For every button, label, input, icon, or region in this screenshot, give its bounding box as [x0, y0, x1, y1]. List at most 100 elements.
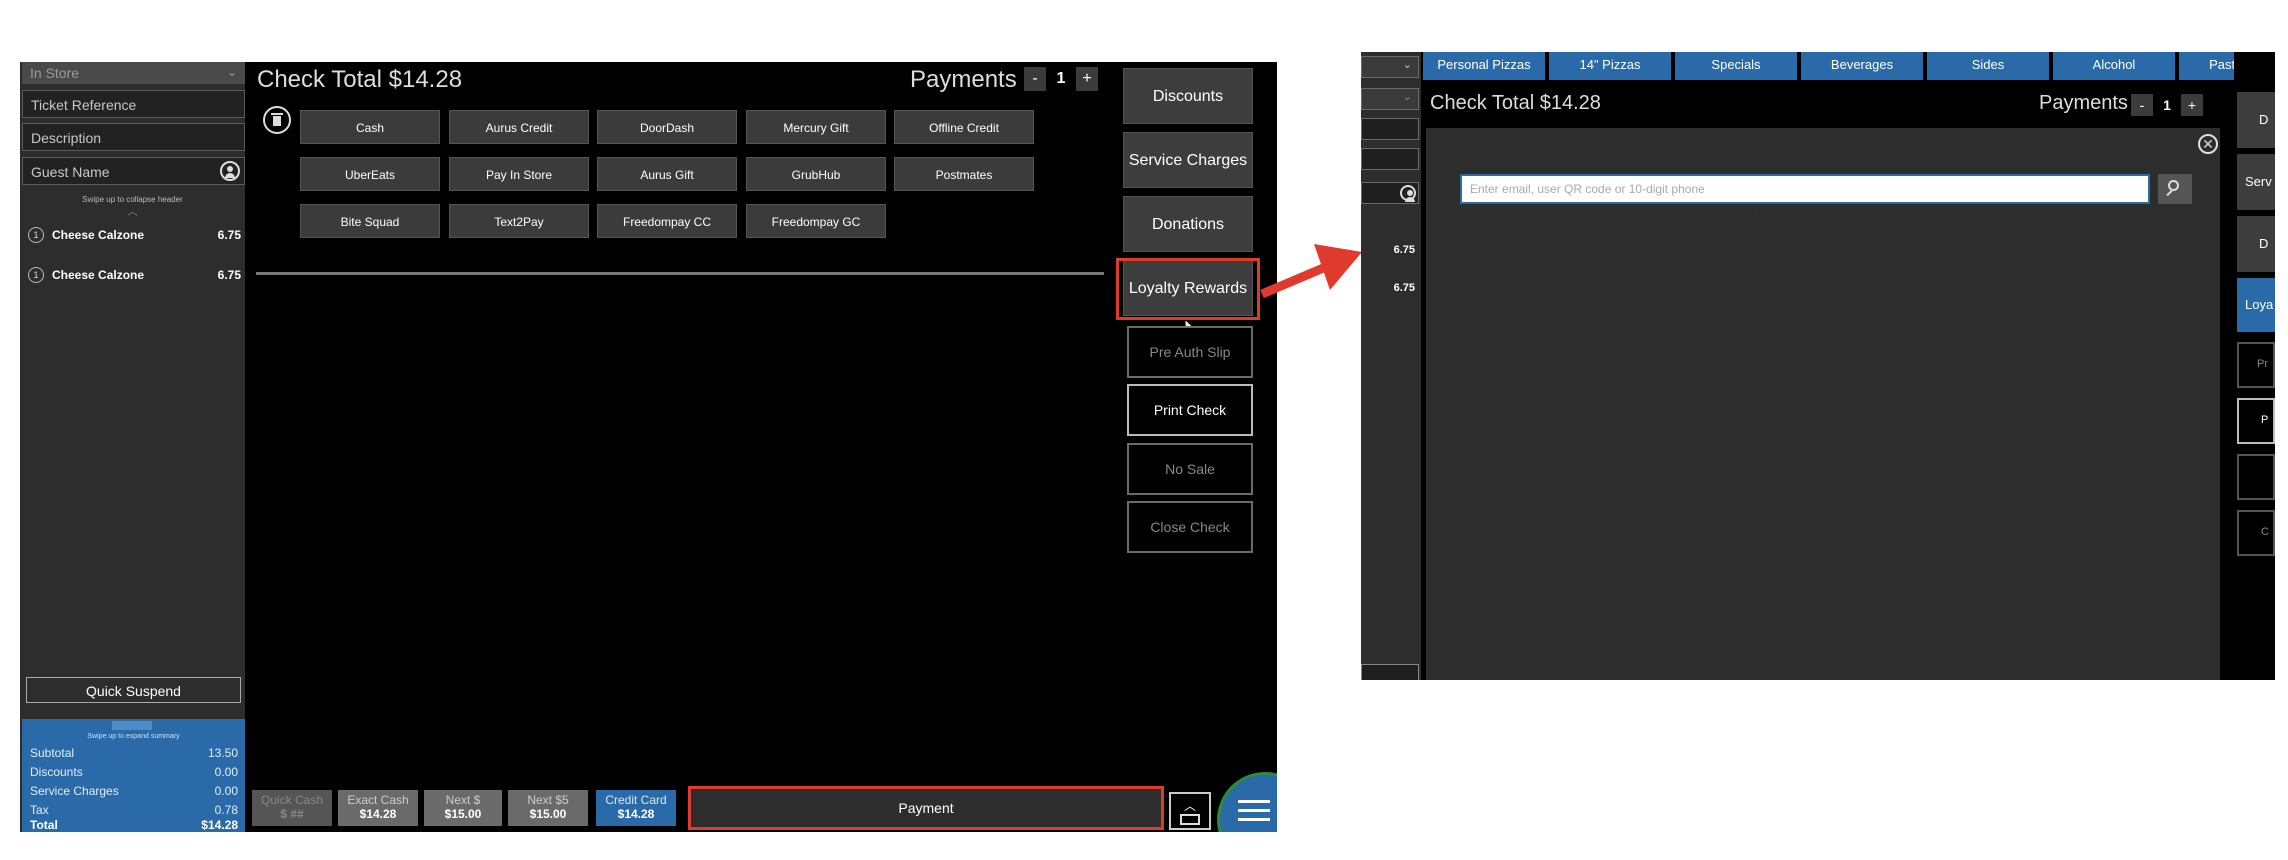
button-label: Serv: [2245, 174, 2272, 189]
pre-auth-slip-button[interactable]: Pr: [2237, 342, 2275, 388]
pos-screen-loyalty: ⌄ ⌄ 6.75 6.75 Personal Pizzas 14" Pizzas…: [1361, 52, 2275, 680]
ticket-reference-placeholder: Ticket Reference: [31, 97, 137, 113]
summary-label: Total: [30, 818, 58, 832]
check-total-value: $14.28: [1539, 92, 1601, 114]
category-bar: Personal Pizzas 14" Pizzas Specials Beve…: [1421, 52, 2275, 82]
donations-button[interactable]: D: [2237, 216, 2275, 272]
text-cursor-icon: I: [1754, 204, 1758, 220]
payments-minus-button[interactable]: -: [1024, 67, 1046, 91]
category-alcohol[interactable]: Alcohol: [2053, 52, 2175, 80]
description-field[interactable]: [1361, 148, 1419, 170]
quick-button-title: Next $: [445, 793, 481, 807]
chevron-up-icon[interactable]: ︿: [20, 203, 245, 218]
ticket-reference-field[interactable]: Ticket Reference: [22, 90, 245, 118]
description-field[interactable]: [1361, 118, 1419, 140]
order-type-select[interactable]: ⌄: [1361, 56, 1419, 78]
discounts-button[interactable]: Discounts: [1123, 68, 1253, 124]
close-check-button[interactable]: C: [2237, 510, 2275, 556]
user-profile-icon[interactable]: [220, 161, 240, 181]
tender-postmates-button[interactable]: Postmates: [894, 157, 1034, 191]
tender-grubhub-button[interactable]: GrubHub: [746, 157, 886, 191]
no-sale-button[interactable]: No Sale: [1127, 443, 1253, 495]
payments-plus-button[interactable]: +: [1076, 67, 1098, 91]
payments-plus-button[interactable]: +: [2181, 94, 2203, 116]
quick-suspend-button[interactable]: Quick Suspend: [26, 677, 241, 703]
quick-button-title: Quick Cash: [260, 793, 324, 807]
guest-name-field[interactable]: Guest Name: [22, 157, 245, 185]
order-type-select[interactable]: In Store ⌄: [22, 62, 245, 84]
quick-button-value: $ ##: [280, 807, 304, 821]
category-beverages[interactable]: Beverages: [1801, 52, 1923, 80]
tender-aurus-gift-button[interactable]: Aurus Gift: [597, 157, 737, 191]
order-summary[interactable]: Swipe up to expand summary Subtotal 13.5…: [22, 719, 245, 832]
summary-subtotal-row: Subtotal 13.50: [30, 746, 238, 762]
search-icon-handle: [2166, 189, 2173, 197]
loyalty-search-input[interactable]: [1460, 174, 2150, 204]
quick-button-title: Exact Cash: [347, 793, 409, 807]
order-item[interactable]: 1 Cheese Calzone 6.75: [20, 266, 245, 286]
no-sale-button[interactable]: [2237, 454, 2275, 500]
exact-cash-button[interactable]: Exact Cash $14.28: [338, 790, 418, 826]
button-label: D: [2259, 112, 2269, 127]
chevron-down-icon: ⌄: [1402, 91, 1412, 103]
tender-doordash-button[interactable]: DoorDash: [597, 110, 737, 144]
description-field[interactable]: Description: [22, 123, 245, 151]
hamburger-menu-icon: [1238, 818, 1270, 821]
order-item[interactable]: 1 Cheese Calzone 6.75: [20, 226, 245, 246]
quick-suspend-button[interactable]: [1361, 664, 1419, 680]
tender-freedompay-gc-button[interactable]: Freedompay GC: [746, 204, 886, 238]
close-check-button[interactable]: Close Check: [1127, 501, 1253, 553]
tender-text2pay-button[interactable]: Text2Pay: [449, 204, 589, 238]
print-check-button[interactable]: Print Check: [1127, 384, 1253, 436]
summary-expand-tab[interactable]: [112, 721, 152, 730]
category-specials[interactable]: Specials: [1675, 52, 1797, 80]
next-five-dollar-button[interactable]: Next $5 $15.00: [508, 790, 588, 826]
credit-card-button[interactable]: Credit Card $14.28: [596, 790, 676, 826]
print-check-button[interactable]: P: [2237, 398, 2275, 444]
next-dollar-button[interactable]: Next $ $15.00: [424, 790, 502, 826]
category-personal-pizzas[interactable]: Personal Pizzas: [1423, 52, 1545, 80]
guest-name-field[interactable]: [1361, 182, 1419, 204]
summary-label: Subtotal: [30, 746, 75, 760]
quick-button-value: $15.00: [529, 807, 567, 821]
tender-aurus-credit-button[interactable]: Aurus Credit: [449, 110, 589, 144]
check-total-label: Check Total: [257, 66, 382, 93]
search-button[interactable]: [2158, 174, 2192, 204]
summary-discounts-row: Discounts 0.00: [30, 765, 238, 781]
pre-auth-slip-button[interactable]: Pre Auth Slip: [1127, 326, 1253, 378]
ticket-reference-field[interactable]: ⌄: [1361, 88, 1419, 110]
service-charges-button[interactable]: Serv: [2237, 154, 2275, 210]
red-arrow-icon: [1260, 244, 1362, 299]
trash-icon[interactable]: [263, 106, 291, 134]
quick-cash-button[interactable]: Quick Cash $ ##: [252, 790, 332, 826]
item-price: 6.75: [217, 268, 241, 282]
summary-label: Discounts: [30, 765, 83, 779]
loyalty-rewards-button[interactable]: Loya: [2237, 278, 2275, 332]
user-profile-icon[interactable]: [1400, 185, 1416, 202]
chevron-down-icon: ⌄: [1402, 59, 1412, 71]
tender-cash-button[interactable]: Cash: [300, 110, 440, 144]
keyboard-toggle-button[interactable]: ︿: [1169, 792, 1211, 830]
order-type-value: In Store: [30, 65, 80, 81]
tender-mercury-gift-button[interactable]: Mercury Gift: [746, 110, 886, 144]
tender-offline-credit-button[interactable]: Offline Credit: [894, 110, 1034, 144]
tender-freedompay-cc-button[interactable]: Freedompay CC: [597, 204, 737, 238]
quick-button-title: Credit Card: [605, 793, 667, 807]
tender-ubereats-button[interactable]: UberEats: [300, 157, 440, 191]
button-label: P: [2261, 414, 2269, 426]
quick-button-value: $14.28: [359, 807, 397, 821]
item-price: 6.75: [217, 228, 241, 242]
tender-bite-squad-button[interactable]: Bite Squad: [300, 204, 440, 238]
payment-button[interactable]: Payment: [688, 786, 1164, 830]
discounts-button[interactable]: D: [2237, 92, 2275, 148]
category-14-pizzas[interactable]: 14" Pizzas: [1549, 52, 1671, 80]
summary-label: Service Charges: [30, 784, 119, 798]
order-panel-partial: ⌄ ⌄ 6.75 6.75: [1361, 52, 1421, 680]
service-charges-button[interactable]: Service Charges: [1123, 132, 1253, 188]
donations-button[interactable]: Donations: [1123, 196, 1253, 252]
tender-pay-in-store-button[interactable]: Pay In Store: [449, 157, 589, 191]
category-sides[interactable]: Sides: [1927, 52, 2049, 80]
close-icon[interactable]: ✕: [2198, 134, 2218, 154]
payments-minus-button[interactable]: -: [2131, 94, 2153, 116]
loyalty-lookup-modal: ✕ I: [1426, 128, 2220, 680]
